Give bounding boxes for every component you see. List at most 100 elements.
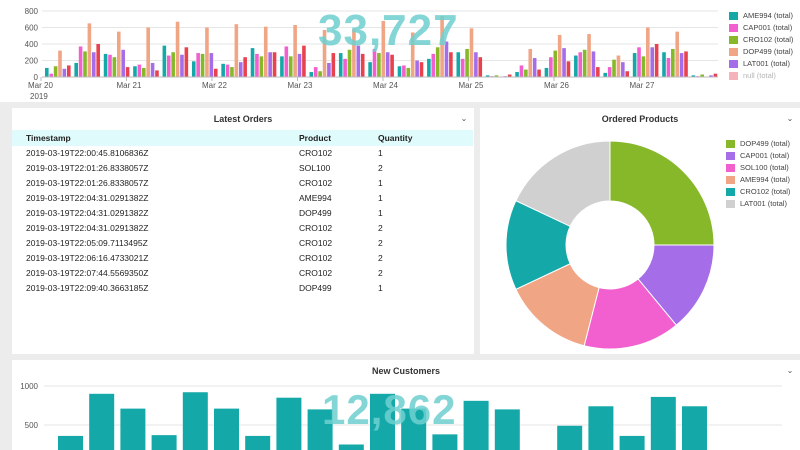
bar[interactable] xyxy=(419,62,424,77)
bar[interactable] xyxy=(671,48,675,77)
bar[interactable] xyxy=(234,24,239,77)
legend-item[interactable]: CRO102 (total) xyxy=(729,34,793,46)
bar[interactable] xyxy=(74,62,78,77)
bar[interactable] xyxy=(562,48,566,77)
bar[interactable] xyxy=(221,63,225,77)
bar[interactable] xyxy=(515,72,519,77)
bar[interactable] xyxy=(83,51,87,77)
bar[interactable] xyxy=(162,45,167,77)
bar[interactable] xyxy=(108,54,112,77)
bar[interactable] xyxy=(431,53,436,77)
bar[interactable] xyxy=(309,72,314,77)
bar[interactable] xyxy=(557,425,583,450)
bar[interactable] xyxy=(318,71,322,77)
bar[interactable] xyxy=(390,54,394,77)
bar[interactable] xyxy=(632,53,637,77)
bar[interactable] xyxy=(293,25,297,77)
bar[interactable] xyxy=(641,56,646,77)
bar[interactable] xyxy=(587,34,591,77)
bar[interactable] xyxy=(650,396,676,450)
table-row[interactable]: 2019-03-19T22:09:40.3663185Z DOP499 1 xyxy=(12,281,473,296)
table-row[interactable]: 2019-03-19T22:04:31.0291382Z AME994 1 xyxy=(12,191,473,206)
bar[interactable] xyxy=(368,62,372,77)
bar[interactable] xyxy=(146,27,150,78)
bar[interactable] xyxy=(263,26,268,77)
bar[interactable] xyxy=(566,61,571,77)
bar[interactable] xyxy=(89,393,115,450)
bar[interactable] xyxy=(619,435,645,450)
bar[interactable] xyxy=(432,434,458,450)
table-row[interactable]: 2019-03-19T22:07:44.5569350Z CRO102 2 xyxy=(12,266,473,281)
bar[interactable] xyxy=(45,67,49,77)
bar[interactable] xyxy=(650,47,655,77)
bar[interactable] xyxy=(116,31,121,77)
donut-slice[interactable] xyxy=(609,140,715,246)
bar[interactable] xyxy=(250,48,255,77)
bar[interactable] xyxy=(612,59,616,77)
bar[interactable] xyxy=(141,67,146,77)
bar[interactable] xyxy=(532,58,537,77)
bar[interactable] xyxy=(494,409,520,450)
bar[interactable] xyxy=(137,64,142,77)
bar[interactable] xyxy=(209,53,214,77)
bar[interactable] xyxy=(230,67,234,77)
bar[interactable] xyxy=(313,67,318,77)
chevron-down-icon[interactable]: ⌄ xyxy=(784,108,796,130)
bar[interactable] xyxy=(53,66,58,77)
column-header-timestamp[interactable]: Timestamp xyxy=(26,130,71,146)
bar[interactable] xyxy=(427,58,431,77)
bar[interactable] xyxy=(175,21,180,78)
bar[interactable] xyxy=(646,27,650,78)
legend-item[interactable]: DOP499 (total) xyxy=(729,46,793,58)
bar[interactable] xyxy=(684,51,688,77)
bar[interactable] xyxy=(214,408,239,450)
table-row[interactable]: 2019-03-19T22:04:31.0291382Z DOP499 1 xyxy=(12,206,473,221)
bar[interactable] xyxy=(544,67,549,77)
bar[interactable] xyxy=(596,67,600,77)
bar[interactable] xyxy=(259,56,264,77)
bar[interactable] xyxy=(331,53,336,77)
bar[interactable] xyxy=(519,65,524,77)
bar[interactable] xyxy=(591,51,596,77)
bar[interactable] xyxy=(171,52,175,77)
legend-item[interactable]: null (total) xyxy=(729,70,793,82)
bar[interactable] xyxy=(112,57,117,77)
bar[interactable] xyxy=(255,53,259,77)
bar[interactable] xyxy=(662,52,666,77)
bar[interactable] xyxy=(557,34,562,77)
chevron-down-icon[interactable]: ⌄ xyxy=(458,108,470,130)
bar[interactable] xyxy=(402,65,406,77)
bar[interactable] xyxy=(465,48,469,77)
table-row[interactable]: 2019-03-19T22:01:26.8338057Z SOL100 2 xyxy=(12,161,473,176)
table-row[interactable]: 2019-03-19T22:01:26.8338057Z CRO102 1 xyxy=(12,176,473,191)
legend-item[interactable]: LAT001 (total) xyxy=(726,198,790,210)
bar[interactable] xyxy=(621,62,625,77)
legend-item[interactable]: SOL100 (total) xyxy=(726,162,790,174)
bar[interactable] xyxy=(120,408,146,450)
bar[interactable] xyxy=(243,57,247,77)
bar[interactable] xyxy=(67,65,71,77)
bar[interactable] xyxy=(213,68,218,77)
bar[interactable] xyxy=(272,52,277,77)
legend-item[interactable]: DOP499 (total) xyxy=(726,138,790,150)
bar[interactable] xyxy=(528,48,533,77)
bar[interactable] xyxy=(238,62,243,77)
bar[interactable] xyxy=(196,53,200,77)
bar[interactable] xyxy=(96,44,100,77)
bar[interactable] xyxy=(338,444,364,450)
bar[interactable] xyxy=(78,46,83,77)
bar[interactable] xyxy=(478,57,483,77)
bar[interactable] xyxy=(121,49,125,77)
bar[interactable] xyxy=(327,62,331,77)
bar[interactable] xyxy=(415,60,419,78)
legend-item[interactable]: CAP001 (total) xyxy=(726,150,790,162)
column-header-quantity[interactable]: Quantity xyxy=(378,130,412,146)
bar[interactable] xyxy=(675,31,680,77)
bar[interactable] xyxy=(182,392,208,450)
bar[interactable] xyxy=(682,406,707,450)
bar[interactable] xyxy=(397,66,402,77)
bar[interactable] xyxy=(87,23,92,77)
bar[interactable] xyxy=(191,61,196,77)
bar[interactable] xyxy=(463,400,489,450)
legend-item[interactable]: LAT001 (total) xyxy=(729,58,793,70)
